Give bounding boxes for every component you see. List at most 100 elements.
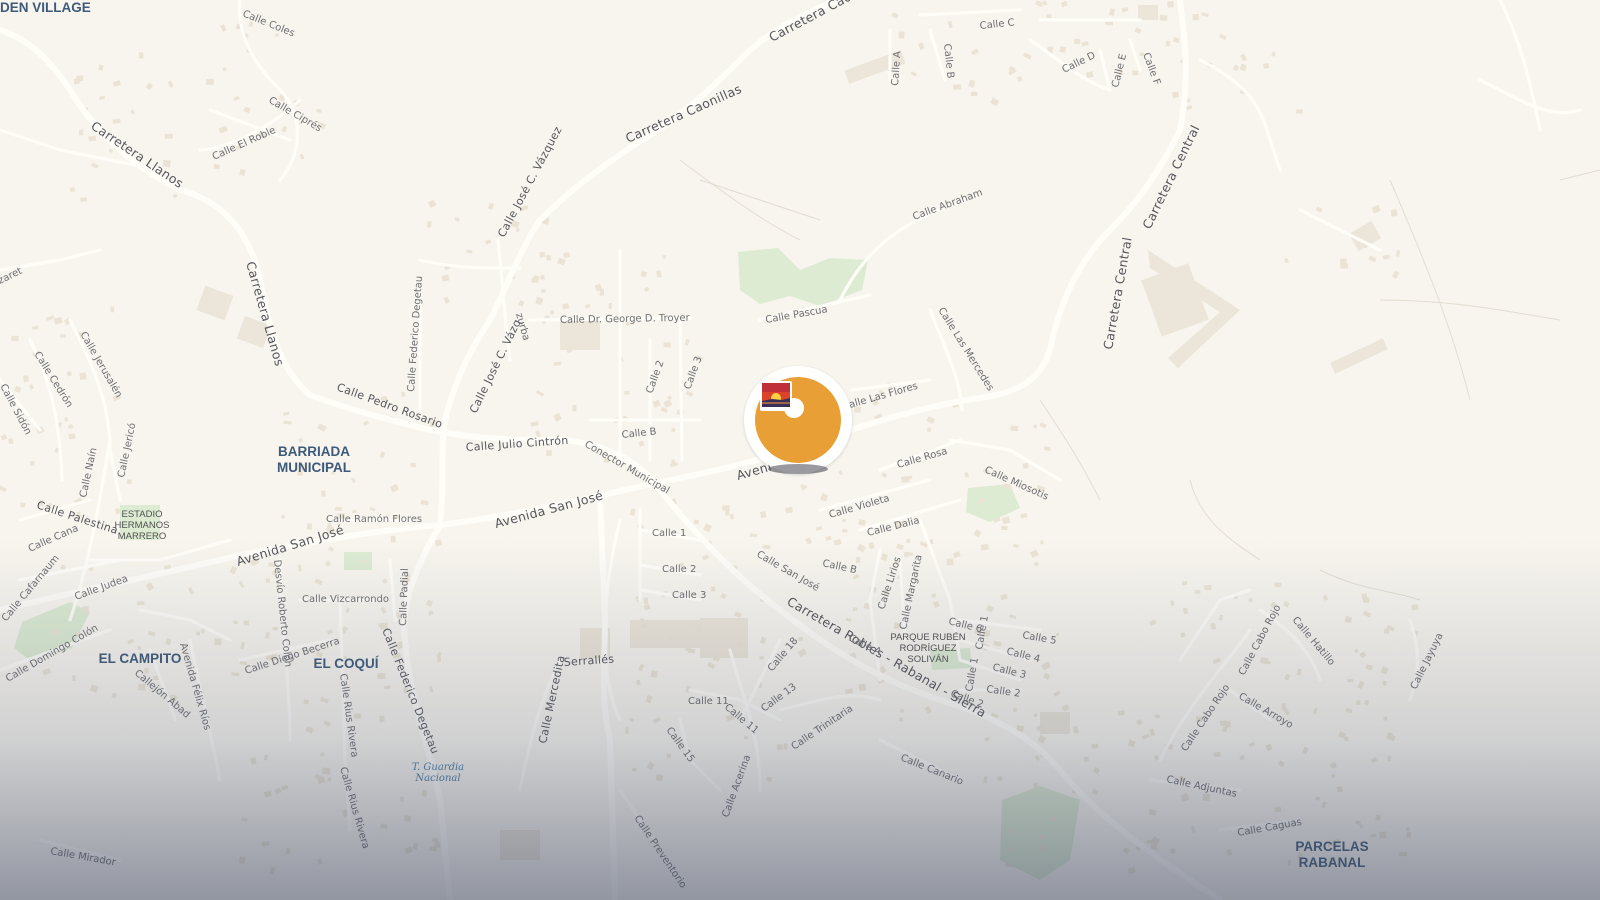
building [1219,720,1227,727]
building [980,543,989,551]
building [640,623,647,629]
building [1274,582,1282,588]
building [433,841,441,849]
building [725,510,730,516]
building [334,506,342,511]
building [1296,109,1304,114]
building [898,31,905,39]
building [320,752,325,757]
street-label: Calle Ramón Flores [326,513,422,525]
building [23,375,29,382]
street-label: Calle Dr. George D. Troyer [560,313,691,326]
building [776,744,783,751]
building [695,625,702,633]
building [855,557,861,563]
building [722,504,730,511]
building [797,636,804,641]
building [655,774,664,782]
building [60,334,66,338]
building [666,753,672,759]
building [1000,594,1008,600]
building [72,675,76,682]
building [400,796,404,802]
building [1347,678,1354,683]
building [64,417,68,422]
building [272,626,278,631]
building [540,275,545,280]
building [1406,831,1412,839]
building [905,538,911,543]
building [759,655,765,660]
building [79,372,87,381]
street-label: Calle 11 [688,696,729,707]
building [997,775,1003,782]
building [136,601,145,606]
building [1182,607,1189,615]
building [931,593,936,599]
building [1382,680,1387,686]
building [608,302,612,310]
building [1010,425,1019,432]
building [321,767,331,775]
building [624,390,630,395]
building [900,475,910,483]
water-label-line1: T. Guardia [412,762,464,773]
building [432,838,439,842]
building [1012,707,1018,713]
building [1274,807,1282,813]
building [1213,751,1221,758]
building [164,133,173,139]
building [79,129,84,136]
building [1165,40,1171,47]
building [841,529,848,533]
street-label: Calle 2 [662,564,696,575]
building [11,335,19,342]
building [110,306,115,313]
landmark-estadio-line2: HERMANOS [115,520,170,531]
place-label-parcelas-line1: PARCELAS [1295,839,1368,854]
building [662,255,667,259]
building [541,288,547,293]
building [108,148,113,153]
building [562,303,570,310]
street-label: Calle 3 [672,590,706,601]
building [631,768,637,772]
building [663,342,671,348]
building [1022,462,1029,469]
building [1159,14,1168,21]
place-label-barriada-line2: MUNICIPAL [277,460,351,475]
building [265,632,270,639]
building [76,75,84,82]
building [377,673,386,680]
building [550,310,554,315]
building [410,462,416,468]
building [946,558,954,566]
building [30,461,35,466]
building [1046,13,1052,19]
building [50,628,59,635]
building [206,78,214,85]
building [1287,859,1292,866]
place-label-parcelas-line2: RABANAL [1299,855,1366,870]
place-label-el-coqui: EL COQUÍ [313,656,379,671]
building [390,535,396,543]
building [1340,263,1349,269]
photo-sunset-icon [760,381,792,411]
water-label-line2: Nacional [414,773,460,784]
building [625,726,629,735]
building [1194,589,1201,594]
building [1091,743,1099,749]
building [1204,584,1212,591]
place-label-den-village: DEN VILLAGE [0,0,91,15]
building [303,699,310,705]
building [1182,581,1188,586]
building [1399,851,1408,857]
building [1363,597,1370,603]
photo-map-marker[interactable] [744,366,852,474]
building [898,717,904,722]
street-label: Calle 1 [652,528,686,539]
building [762,544,771,550]
building [553,361,562,366]
building [970,91,978,97]
building [401,391,406,397]
